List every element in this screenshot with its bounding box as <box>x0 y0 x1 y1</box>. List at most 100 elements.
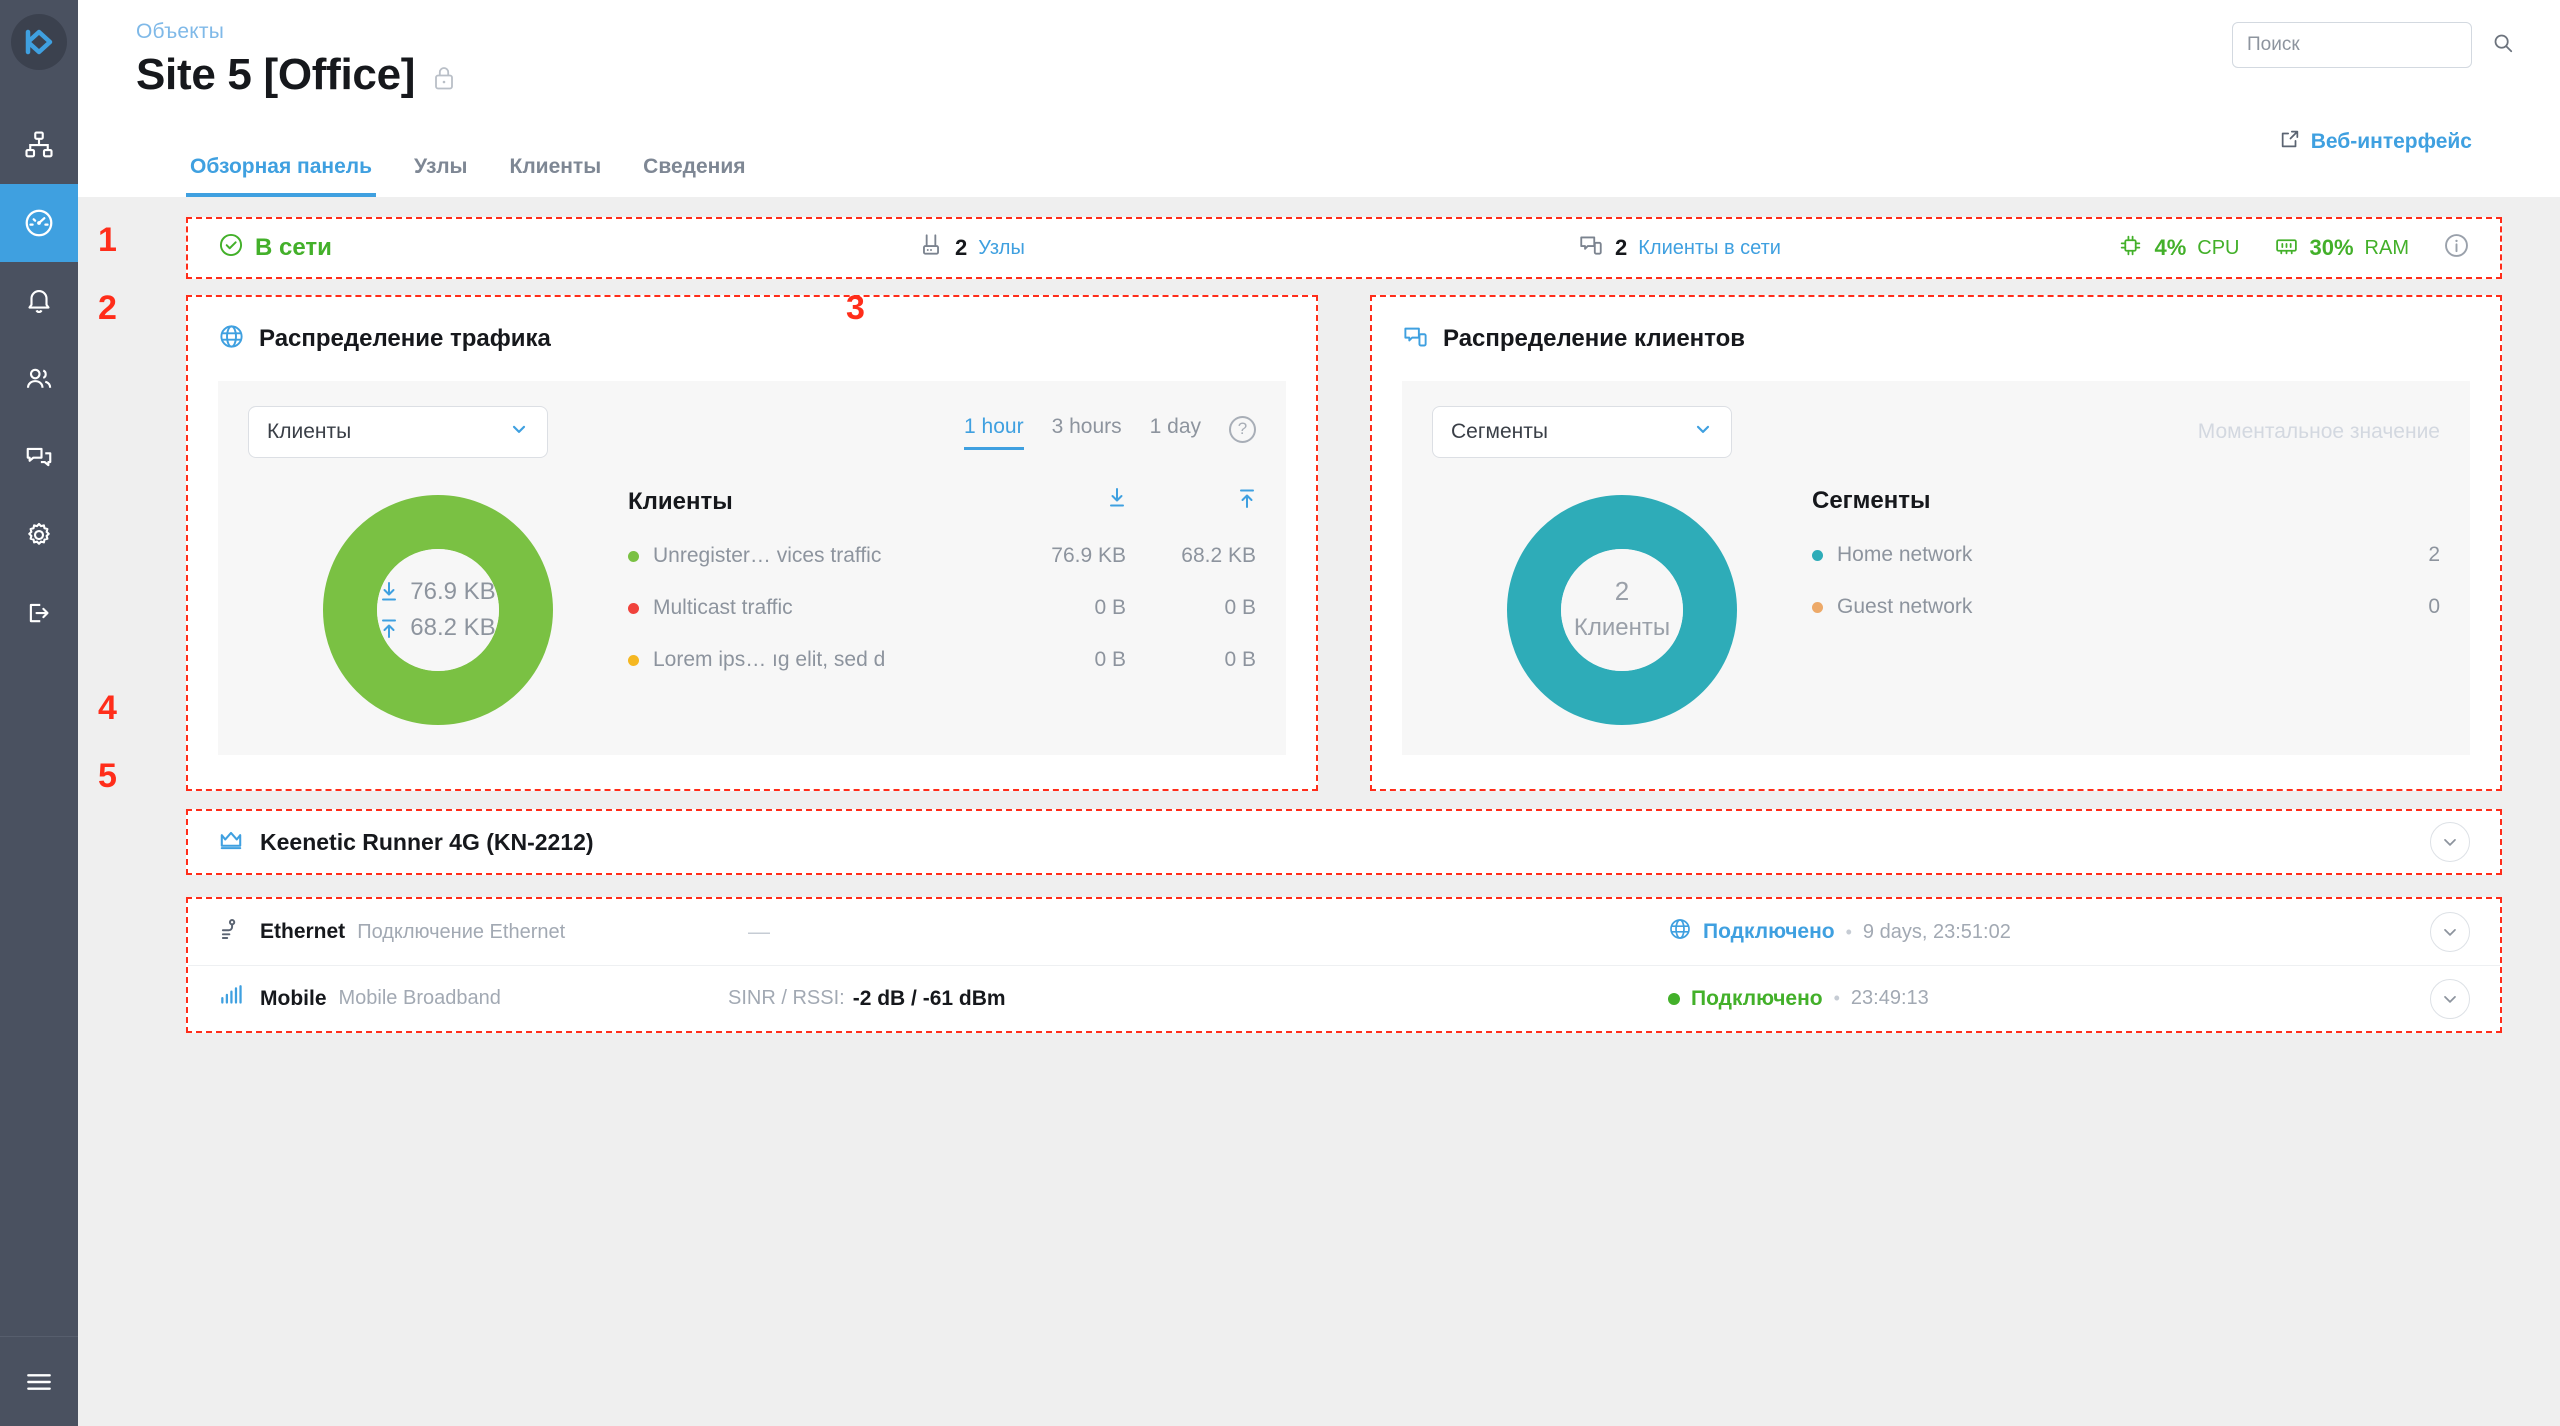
main-area: Объекты Site 5 [Office] <box>78 0 2560 1426</box>
sidebar-item-settings[interactable] <box>0 496 78 574</box>
interface-name: Mobile <box>260 987 327 1011</box>
clients-scope-value: Сегменты <box>1451 420 1548 444</box>
table-row[interactable]: Multicast traffic 0 B 0 B <box>628 582 1256 634</box>
legend-dot-icon <box>1812 602 1823 613</box>
legend-dot-icon <box>628 655 639 666</box>
traffic-scope-select[interactable]: Клиенты <box>248 406 548 458</box>
chat-icon <box>24 442 54 472</box>
chevron-down-icon <box>2440 989 2460 1009</box>
sidebar-item-users[interactable] <box>0 340 78 418</box>
gear-icon <box>24 520 54 550</box>
traffic-donut-chart: 76.9 KB 68.2 KB <box>323 495 553 725</box>
clients-donut-value: 2 <box>1615 578 1629 605</box>
sitemap-icon <box>24 130 54 160</box>
table-row[interactable]: Unregister… vices traffic 76.9 KB 68.2 K… <box>628 530 1256 582</box>
interface-metric-value: — <box>748 919 769 945</box>
traffic-card-head: Распределение трафика <box>218 323 1286 355</box>
sidebar-item-sitemap[interactable] <box>0 106 78 184</box>
range-tab-1day[interactable]: 1 day <box>1150 415 1201 450</box>
status-online: В сети <box>218 232 918 264</box>
sidebar-item-dashboard[interactable] <box>0 184 78 262</box>
question-icon[interactable]: ? <box>1229 416 1256 443</box>
tab-details[interactable]: Сведения <box>639 155 749 197</box>
sidebar-item-logout[interactable] <box>0 574 78 652</box>
traffic-scope-value: Клиенты <box>267 420 351 444</box>
clients-panel: Сегменты Моментальное значение <box>1402 381 2470 755</box>
interface-row-ethernet[interactable]: Ethernet Подключение Ethernet — Подключе… <box>188 899 2500 965</box>
list-item[interactable]: Home network 2 <box>1812 529 2440 581</box>
legend-dot-icon <box>628 603 639 614</box>
bell-icon <box>24 286 54 316</box>
web-interface-link[interactable]: Веб-интерфейс <box>2279 128 2472 156</box>
tab-overview[interactable]: Обзорная панель <box>186 155 376 197</box>
traffic-range-tabs: 1 hour 3 hours 1 day ? <box>964 415 1256 450</box>
annotation-marker-5: 5 <box>98 757 117 796</box>
status-cpu: 4% CPU <box>2118 233 2239 264</box>
legend-dot-icon <box>628 551 639 562</box>
status-separator-dot: • <box>1846 922 1852 943</box>
traffic-row-upload: 68.2 KB <box>1126 544 1256 568</box>
traffic-row-label: Unregister… vices traffic <box>653 544 881 568</box>
interface-desc: Mobile Broadband <box>339 987 501 1010</box>
annotation-marker-2: 2 <box>98 289 117 328</box>
page-title: Site 5 [Office] <box>136 50 415 100</box>
clients-panel-top: Сегменты Моментальное значение <box>1432 407 2440 457</box>
nodes-label[interactable]: Узлы <box>978 237 1025 260</box>
clients-scope-select[interactable]: Сегменты <box>1432 406 1732 458</box>
logout-icon <box>24 598 54 628</box>
annotation-marker-4: 4 <box>98 689 117 728</box>
traffic-donut-center: 76.9 KB 68.2 KB <box>323 495 553 725</box>
clients-distribution-card: Распределение клиентов Сегменты Мом <box>1370 295 2502 791</box>
clients-label[interactable]: Клиенты в сети <box>1638 237 1781 260</box>
interface-metric: — <box>748 919 769 945</box>
app-logo[interactable] <box>11 14 67 70</box>
status-online-label: В сети <box>255 234 332 262</box>
globe-icon <box>1668 917 1692 947</box>
list-item[interactable]: Guest network 0 <box>1812 581 2440 633</box>
cpu-label: CPU <box>2197 237 2239 260</box>
sidebar-nav <box>0 106 78 652</box>
title-row: Site 5 [Office] <box>136 50 2502 100</box>
search-box[interactable] <box>2232 22 2472 68</box>
chevron-down-icon <box>2440 922 2460 942</box>
traffic-list: Клиенты <box>628 475 1256 725</box>
breadcrumb[interactable]: Объекты <box>136 20 2502 44</box>
traffic-row-upload: 0 B <box>1126 648 1256 672</box>
check-circle-icon <box>218 232 244 264</box>
interface-row-mobile[interactable]: Mobile Mobile Broadband SINR / RSSI: -2 … <box>188 965 2500 1031</box>
traffic-row-label: Lorem ips… ıg elit, sed d <box>653 648 885 672</box>
traffic-donut-wrap: 76.9 KB 68.2 KB <box>248 475 628 725</box>
search-icon[interactable] <box>2492 32 2514 59</box>
router-row[interactable]: Keenetic Runner 4G (KN-2212) <box>186 809 2502 875</box>
col-upload-icon <box>1126 487 1256 516</box>
segment-count: 2 <box>2340 543 2440 567</box>
interface-status: Подключено • 9 days, 23:51:02 <box>1668 917 2011 947</box>
info-icon[interactable] <box>2443 232 2470 265</box>
sidebar-item-notifications[interactable] <box>0 262 78 340</box>
range-tab-3hours[interactable]: 3 hours <box>1052 415 1122 450</box>
interface-expand-button[interactable] <box>2430 979 2470 1019</box>
content-area: 1 2 3 4 5 В сети <box>78 197 2560 1426</box>
search-input[interactable] <box>2247 34 2492 56</box>
range-tab-1hour[interactable]: 1 hour <box>964 415 1024 450</box>
download-icon <box>380 581 398 603</box>
keenetic-logo-icon <box>22 25 56 59</box>
tab-nodes[interactable]: Узлы <box>410 155 471 197</box>
clients-list-header: Сегменты <box>1812 487 2440 529</box>
table-row[interactable]: Lorem ips… ıg elit, sed d 0 B 0 B <box>628 634 1256 686</box>
interface-expand-button[interactable] <box>2430 912 2470 952</box>
annotation-marker-3: 3 <box>846 289 865 328</box>
interface-metric-value: -2 dB / -61 dBm <box>853 987 1006 1011</box>
clients-icon <box>1578 232 1604 264</box>
clients-card-head: Распределение клиентов <box>1402 323 2470 355</box>
status-strip: В сети 2 Узлы 2 Кли <box>186 217 2502 279</box>
clients-donut-center: 2 Клиенты <box>1507 495 1737 725</box>
tab-clients[interactable]: Клиенты <box>506 155 606 197</box>
status-info[interactable] <box>2443 232 2470 265</box>
router-expand-button[interactable] <box>2430 822 2470 862</box>
interfaces-group: Ethernet Подключение Ethernet — Подключе… <box>186 897 2502 1033</box>
sidebar-item-messages[interactable] <box>0 418 78 496</box>
clients-icon <box>1402 323 1429 355</box>
sidebar-menu-toggle[interactable] <box>0 1336 78 1426</box>
dot-icon <box>1668 993 1680 1005</box>
